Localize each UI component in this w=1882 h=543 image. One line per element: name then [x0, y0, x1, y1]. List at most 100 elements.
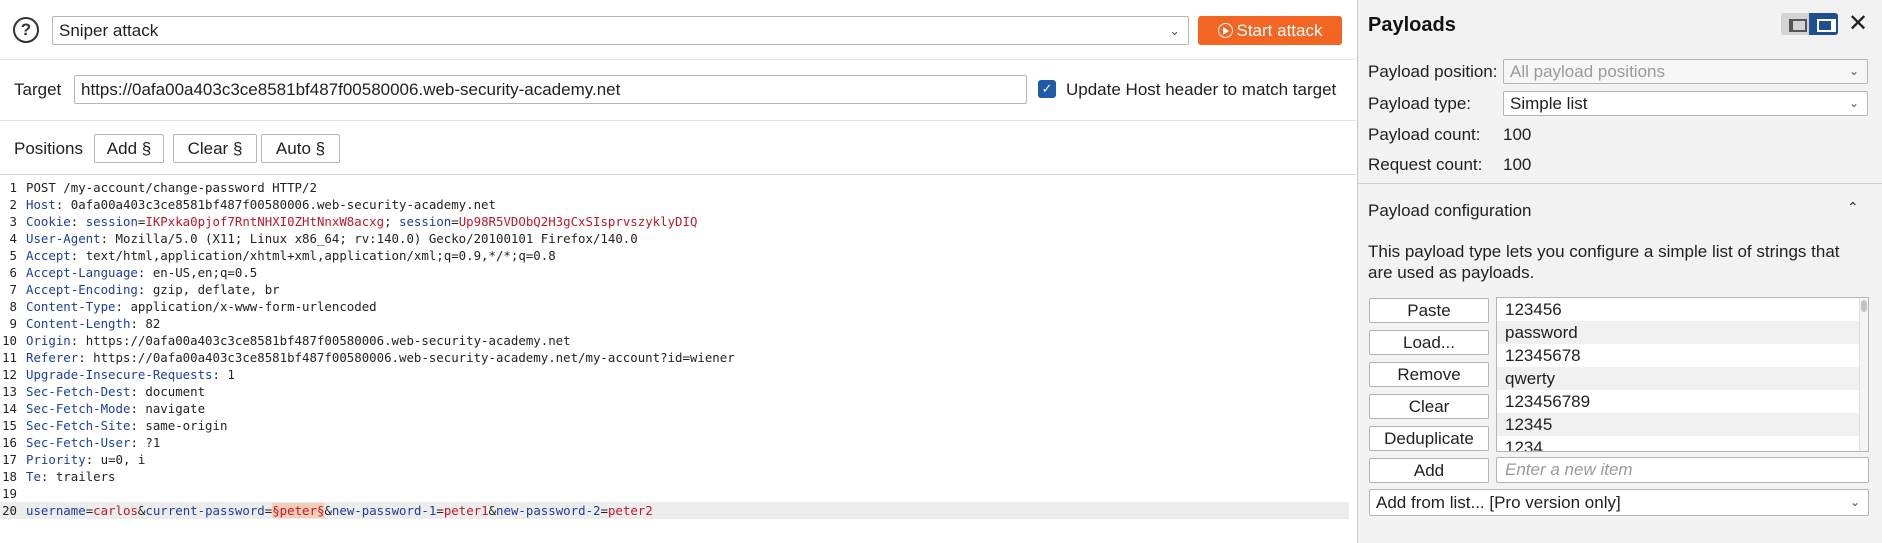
header-colon: : — [78, 350, 94, 365]
cookie-value: Up98R5VDObQ2H3gCxSIsprvszyklyDIQ — [458, 214, 698, 229]
request-line-text: Sec-Fetch-Mode: navigate — [26, 400, 205, 417]
line-number: 6 — [9, 265, 17, 280]
layout-toggle[interactable] — [1781, 13, 1838, 35]
line-number: 17 — [2, 452, 17, 467]
header-colon: : — [70, 333, 86, 348]
request-line[interactable]: 18 Te: trailers — [0, 468, 1349, 485]
target-url-input[interactable]: https://0afa00a403c3ce8581bf487f00580006… — [74, 75, 1027, 104]
paste-button[interactable]: Paste — [1369, 298, 1489, 323]
header-name: Content-Length — [26, 316, 131, 331]
header-colon: : — [40, 469, 56, 484]
request-line[interactable]: 7 Accept-Encoding: gzip, deflate, br — [0, 281, 1349, 298]
request-line-text: Upgrade-Insecure-Requests: 1 — [26, 366, 235, 383]
chevron-down-icon: ⌄ — [1848, 96, 1859, 110]
update-host-label[interactable]: Update Host header to match target — [1066, 80, 1336, 100]
remove-button[interactable]: Remove — [1369, 362, 1489, 387]
payload-list-scrollbar[interactable] — [1859, 298, 1868, 451]
header-colon: : — [70, 248, 86, 263]
scrollbar-thumb[interactable] — [1861, 300, 1867, 312]
param-name: new-password-1 — [331, 503, 437, 518]
request-line-text: username = carlos & current-password = §peter§… — [26, 502, 653, 519]
clear-markers-button[interactable]: Clear § — [173, 134, 257, 163]
request-line[interactable]: 5 Accept: text/html,application/xhtml+xml… — [0, 247, 1349, 264]
attack-toolbar: ? Sniper attack ⌄ Start attack — [0, 0, 1356, 60]
header-name: Accept — [26, 248, 71, 263]
request-line[interactable]: 3 Cookie: session=IKPxka0pjof7RntNHXI0ZHt… — [0, 213, 1349, 230]
param-value: peter1 — [443, 503, 489, 518]
request-line[interactable]: 6 Accept-Language: en-US,en;q=0.5 — [0, 264, 1349, 281]
request-line-text: Sec-Fetch-Dest: document — [26, 383, 205, 400]
request-line-text: Referer: https://0afa00a403c3ce8581bf487… — [26, 349, 735, 366]
clear-button[interactable]: Clear — [1369, 394, 1489, 419]
list-item[interactable]: 12345 — [1497, 413, 1859, 436]
param-equals: = — [600, 503, 608, 518]
add-item-button[interactable]: Add — [1369, 458, 1489, 483]
payload-count-label: Payload count: — [1368, 125, 1481, 144]
request-line[interactable]: 9 Content-Length: 82 — [0, 315, 1349, 332]
request-line[interactable]: 13 Sec-Fetch-Dest: document — [0, 383, 1349, 400]
payload-type-dropdown[interactable]: Simple list ⌄ — [1503, 91, 1868, 116]
list-item[interactable]: 12345678 — [1497, 344, 1859, 367]
line-number: 20 — [2, 503, 17, 518]
request-count-label: Request count: — [1368, 155, 1483, 174]
payload-config-heading[interactable]: Payload configuration — [1368, 201, 1532, 221]
request-line-text: Te: trailers — [26, 468, 116, 485]
chevron-down-icon: ⌄ — [1169, 23, 1180, 38]
header-value: 82 — [145, 316, 161, 331]
layout-sidepanel-icon[interactable] — [1809, 13, 1838, 35]
header-name: Sec-Fetch-Site — [26, 418, 131, 433]
request-editor[interactable]: 1 POST /my-account/change-password HTTP/2… — [0, 178, 1356, 543]
help-circle-icon[interactable]: ? — [13, 17, 39, 43]
payload-type-label: Payload type: — [1368, 94, 1472, 113]
list-item[interactable]: 123456 — [1497, 298, 1859, 321]
close-icon[interactable]: ✕ — [1847, 10, 1869, 38]
play-circle-icon — [1217, 23, 1233, 38]
add-from-list-dropdown[interactable]: Add from list... [Pro version only] ⌄ — [1369, 489, 1869, 516]
positions-label: Positions — [14, 139, 83, 158]
request-line[interactable]: 2 Host: 0afa00a403c3ce8581bf487f00580006.… — [0, 196, 1349, 213]
load-button[interactable]: Load... — [1369, 330, 1489, 355]
request-line[interactable]: 1 POST /my-account/change-password HTTP/2 — [0, 179, 1349, 196]
request-line[interactable]: 12 Upgrade-Insecure-Requests: 1 — [0, 366, 1349, 383]
payload-list[interactable]: 123456 password 12345678 qwerty 12345678… — [1496, 297, 1869, 452]
header-colon: : — [70, 214, 86, 229]
request-line[interactable]: 16 Sec-Fetch-User: ?1 — [0, 434, 1349, 451]
request-line[interactable]: 15 Sec-Fetch-Site: same-origin — [0, 417, 1349, 434]
list-item[interactable]: qwerty — [1497, 367, 1859, 390]
cookie-separator: ; — [384, 214, 400, 229]
request-line[interactable]: 11 Referer: https://0afa00a403c3ce8581bf4… — [0, 349, 1349, 366]
list-item[interactable]: 123456789 — [1497, 390, 1859, 413]
request-line-text: Cookie: session=IKPxka0pjof7RntNHXI0ZHtN… — [26, 213, 697, 230]
auto-markers-button[interactable]: Auto § — [261, 134, 340, 163]
layout-list-icon[interactable] — [1781, 13, 1809, 35]
request-line[interactable]: 8 Content-Type: application/x-www-form-ur… — [0, 298, 1349, 315]
chevron-up-icon[interactable]: ⌃ — [1847, 199, 1859, 216]
request-line[interactable]: 4 User-Agent: Mozilla/5.0 (X11; Linux x86… — [0, 230, 1349, 247]
request-line[interactable]: 17 Priority: u=0, i — [0, 451, 1349, 468]
header-value: application/x-www-form-urlencoded — [130, 299, 377, 314]
deduplicate-button[interactable]: Deduplicate — [1369, 426, 1489, 451]
header-colon: : — [85, 452, 101, 467]
add-marker-button[interactable]: Add § — [94, 134, 164, 163]
line-number: 19 — [2, 486, 17, 501]
list-item[interactable]: 1234 — [1497, 436, 1859, 451]
param-name: new-password-2 — [496, 503, 601, 518]
line-number: 9 — [9, 316, 17, 331]
start-attack-button[interactable]: Start attack — [1198, 16, 1342, 45]
request-line-text: Host: 0afa00a403c3ce8581bf487f00580006.w… — [26, 196, 496, 213]
attack-type-dropdown[interactable]: Sniper attack ⌄ — [52, 16, 1189, 45]
new-item-input[interactable]: Enter a new item — [1496, 457, 1869, 483]
list-item[interactable]: password — [1497, 321, 1859, 344]
cookie-value: IKPxka0pjof7RntNHXI0ZHtNnxW8acxg — [145, 214, 385, 229]
header-value: Mozilla/5.0 (X11; Linux x86_64; rv:140.0… — [115, 231, 638, 246]
request-line[interactable]: 20 username = carlos & current-password = §pete… — [0, 502, 1349, 519]
header-name: Accept-Encoding — [26, 282, 138, 297]
update-host-checkbox[interactable]: ✓ — [1038, 80, 1056, 98]
request-line[interactable]: 19 — [0, 485, 1349, 502]
target-row: Target https://0afa00a403c3ce8581bf487f0… — [0, 61, 1356, 121]
request-line[interactable]: 10 Origin: https://0afa00a403c3ce8581bf48… — [0, 332, 1349, 349]
request-line-text: Accept: text/html,application/xhtml+xml,… — [26, 247, 556, 264]
request-line-text: User-Agent: Mozilla/5.0 (X11; Linux x86_… — [26, 230, 638, 247]
request-line[interactable]: 14 Sec-Fetch-Mode: navigate — [0, 400, 1349, 417]
request-line-text: Origin: https://0afa00a403c3ce8581bf487f… — [26, 332, 571, 349]
